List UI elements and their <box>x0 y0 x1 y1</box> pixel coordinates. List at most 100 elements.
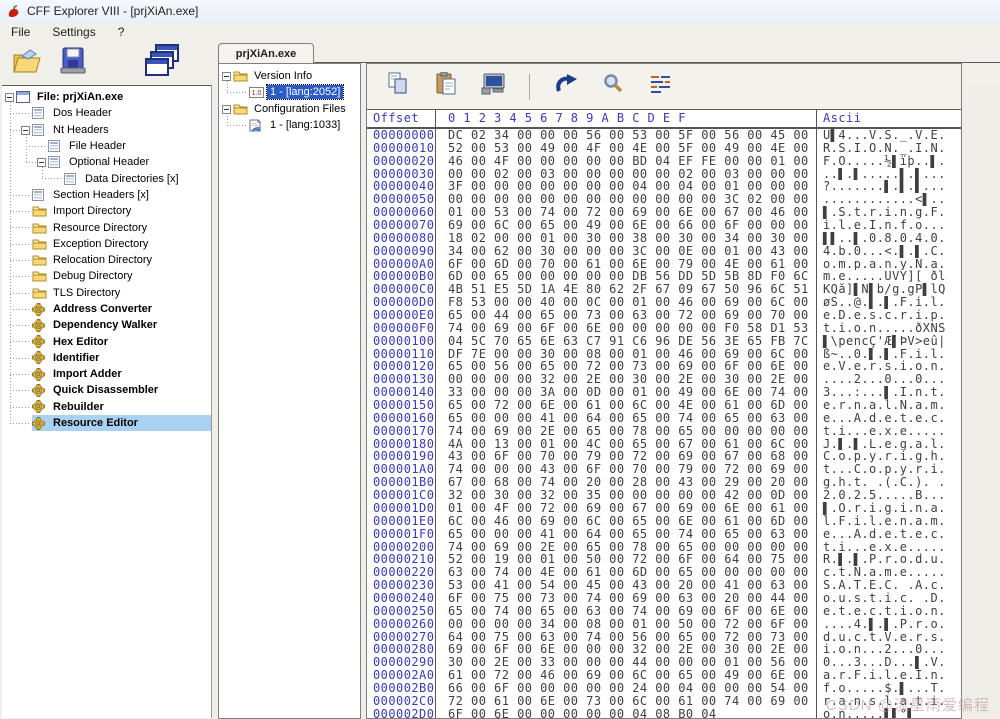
tree-expander-minus[interactable] <box>222 105 231 114</box>
hex-ascii[interactable]: KQå]▌N▌b/g.gP▌lQ <box>817 283 961 296</box>
menu-help[interactable]: ? <box>107 23 136 41</box>
hex-bytes[interactable]: 32 00 30 00 32 00 35 00 00 00 00 00 42 0… <box>436 489 817 502</box>
hex-ascii[interactable]: e.V.e.r.s.i.o.n. <box>817 360 961 373</box>
hex-ascii[interactable]: Ü▌4...V.S._.V.E. <box>817 129 961 142</box>
tree-item-file-header[interactable]: File Header <box>2 138 211 154</box>
tree-item-configuration-files[interactable]: Configuration Files <box>219 101 360 117</box>
hex-ascii[interactable]: c.t.N.a.m.e..... <box>817 566 961 579</box>
hex-ascii[interactable]: F.O.....½▌ïþ..▌. <box>817 155 961 168</box>
open-file-button[interactable] <box>8 45 46 81</box>
hex-bytes[interactable]: 74 00 69 00 2E 00 65 00 78 00 65 00 00 0… <box>436 425 817 438</box>
hex-bytes[interactable]: 4A 00 13 00 01 00 4C 00 65 00 67 00 61 0… <box>436 438 817 451</box>
hex-ascii[interactable]: g.h.t. .(.C.). . <box>817 476 961 489</box>
hex-ascii[interactable]: 4.b.0...<.▌.▌.C. <box>817 245 961 258</box>
hex-bytes[interactable]: 61 00 72 00 46 00 69 00 6C 00 65 00 49 0… <box>436 669 817 682</box>
hex-bytes[interactable]: 18 02 00 00 01 00 30 00 38 00 30 00 34 0… <box>436 232 817 245</box>
hex-ascii[interactable]: o.u.s.t.i.c. .D. <box>817 592 961 605</box>
tree-expander-minus[interactable] <box>21 126 30 135</box>
hex-bytes[interactable]: 69 00 6F 00 6E 00 00 00 32 00 2E 00 30 0… <box>436 643 817 656</box>
tree-item-1-lang-1033[interactable]: 1 - [lang:1033] <box>219 117 360 133</box>
hex-bytes[interactable]: 72 00 61 00 6E 00 73 00 6C 00 61 00 74 0… <box>436 695 817 708</box>
hex-ascii[interactable]: R.▌.▌.P.r.o.d.u. <box>817 553 961 566</box>
hex-bytes[interactable]: F8 53 00 00 40 00 0C 00 01 00 46 00 69 0… <box>436 296 817 309</box>
hex-bytes[interactable]: 65 00 74 00 65 00 63 00 74 00 69 00 6F 0… <box>436 605 817 618</box>
search-button[interactable] <box>600 74 626 100</box>
tree-expander-minus[interactable] <box>5 93 14 102</box>
hex-ascii[interactable]: t.i...e.x.e..... <box>817 541 961 554</box>
copy-button[interactable] <box>385 74 411 100</box>
hex-bytes[interactable]: 01 00 53 00 74 00 72 00 69 00 6E 00 67 0… <box>436 206 817 219</box>
hex-options-button[interactable] <box>648 74 674 100</box>
hex-ascii[interactable]: f.o.....$.▌...T. <box>817 682 961 695</box>
hex-ascii[interactable]: 2.0.2.5.....B... <box>817 489 961 502</box>
tree-item-import-adder[interactable]: Import Adder <box>2 366 211 382</box>
hex-ascii[interactable]: ▌.S.t.r.i.n.g.F. <box>817 206 961 219</box>
tree-item-optional-header[interactable]: Optional Header <box>2 154 211 170</box>
hex-bytes[interactable]: 04 5C 70 65 6E 63 C7 91 C6 96 DE 56 3E 6… <box>436 335 817 348</box>
hex-ascii[interactable]: e...A.d.e.t.e.c. <box>817 528 961 541</box>
hex-bytes[interactable]: 00 00 00 00 34 00 08 00 01 00 50 00 72 0… <box>436 618 817 631</box>
hex-ascii[interactable]: R.S.I.O.N._.I.N. <box>817 142 961 155</box>
tree-expander-minus[interactable] <box>222 72 231 81</box>
hex-bytes[interactable]: 65 00 00 00 41 00 64 00 65 00 74 00 65 0… <box>436 412 817 425</box>
tree-item-debug-directory[interactable]: Debug Directory <box>2 268 211 284</box>
hex-bytes[interactable]: 6F 00 75 00 73 00 74 00 69 00 63 00 20 0… <box>436 592 817 605</box>
hex-bytes[interactable]: 01 00 4F 00 72 00 69 00 67 00 69 00 6E 0… <box>436 502 817 515</box>
hex-ascii[interactable]: ....2...0...0... <box>817 373 961 386</box>
save-file-button[interactable] <box>54 45 92 81</box>
hex-bytes[interactable]: 66 00 6F 00 00 00 00 00 24 00 04 00 00 0… <box>436 682 817 695</box>
tree-item-tls-directory[interactable]: TLS Directory <box>2 285 211 301</box>
menu-file[interactable]: File <box>0 23 41 41</box>
hex-bytes[interactable]: 33 00 00 00 3A 00 0D 00 01 00 49 00 6E 0… <box>436 386 817 399</box>
hex-bytes[interactable]: 00 00 00 00 00 00 00 00 00 00 00 00 3C 0… <box>436 193 817 206</box>
hex-ascii[interactable]: o.m.p.a.n.y.N.a. <box>817 258 961 271</box>
hex-bytes[interactable]: 74 00 69 00 2E 00 65 00 78 00 65 00 00 0… <box>436 541 817 554</box>
hex-bytes[interactable]: 65 00 44 00 65 00 73 00 63 00 72 00 69 0… <box>436 309 817 322</box>
hex-bytes[interactable]: 64 00 75 00 63 00 74 00 56 00 65 00 72 0… <box>436 631 817 644</box>
hex-bytes[interactable]: 74 00 00 00 43 00 6F 00 70 00 79 00 72 0… <box>436 463 817 476</box>
tree-item-1-lang-2052[interactable]: 1.01 - [lang:2052] <box>219 84 360 100</box>
hex-bytes[interactable]: 46 00 4F 00 00 00 00 00 BD 04 EF FE 00 0… <box>436 155 817 168</box>
hex-ascii[interactable]: l.F.i.l.e.n.a.m. <box>817 515 961 528</box>
tree-item-address-converter[interactable]: Address Converter <box>2 301 211 317</box>
hex-ascii[interactable]: i.o.n...2...0... <box>817 643 961 656</box>
hex-ascii[interactable]: t.i...e.x.e..... <box>817 425 961 438</box>
hex-ascii[interactable]: e.t.e.c.t.i.o.n. <box>817 605 961 618</box>
tree-item-resource-directory[interactable]: Resource Directory <box>2 219 211 235</box>
hex-ascii[interactable]: ............<▌.. <box>817 193 961 206</box>
hex-bytes[interactable]: 74 00 69 00 6F 00 6E 00 00 00 00 00 F0 5… <box>436 322 817 335</box>
hex-bytes[interactable]: 30 00 2E 00 33 00 00 00 44 00 00 00 01 0… <box>436 656 817 669</box>
hex-bytes[interactable]: 3F 00 00 00 00 00 00 00 04 00 04 00 01 0… <box>436 180 817 193</box>
hex-ascii[interactable]: S.A.T.E.C. .A.c. <box>817 579 961 592</box>
tree-item-dos-header[interactable]: Dos Header <box>2 105 211 121</box>
tree-item-exception-directory[interactable]: Exception Directory <box>2 236 211 252</box>
hex-ascii[interactable]: C.o.p.y.r.i.g.h. <box>817 450 961 463</box>
tree-item-file-prjxian-exe[interactable]: File: prjXiAn.exe <box>2 89 211 105</box>
hex-ascii[interactable]: J.▌.▌.L.e.g.a.l. <box>817 438 961 451</box>
hex-bytes[interactable]: 4B 51 E5 5D 1A 4E 80 62 2F 67 09 67 50 9… <box>436 283 817 296</box>
hex-bytes[interactable]: 00 00 02 00 03 00 00 00 00 00 02 00 03 0… <box>436 168 817 181</box>
paste-button[interactable] <box>433 74 459 100</box>
hex-bytes[interactable]: 52 00 19 00 01 00 50 00 72 00 6F 00 64 0… <box>436 553 817 566</box>
hex-ascii[interactable]: ....4.▌.▌.P.r.o. <box>817 618 961 631</box>
hex-ascii[interactable]: a.r.F.i.l.e.I.n. <box>817 669 961 682</box>
fill-button[interactable] <box>481 74 507 100</box>
tree-item-resource-editor[interactable]: Resource Editor <box>2 415 211 431</box>
hex-ascii[interactable]: ß~..0.▌.▌.F.i.l. <box>817 348 961 361</box>
hex-ascii[interactable]: 0...3...D...▌.V. <box>817 656 961 669</box>
hex-ascii[interactable]: m.e.....ÛVÝ][ ðl <box>817 270 961 283</box>
hex-ascii[interactable]: d.u.c.t.V.e.r.s. <box>817 631 961 644</box>
hex-ascii[interactable]: i.l.e.I.n.f.o... <box>817 219 961 232</box>
tree-item-data-directories-x[interactable]: Data Directories [x] <box>2 170 211 186</box>
tree-expander-minus[interactable] <box>37 158 46 167</box>
tree-item-nt-headers[interactable]: Nt Headers <box>2 122 211 138</box>
tree-item-dependency-walker[interactable]: Dependency Walker <box>2 317 211 333</box>
menu-settings[interactable]: Settings <box>41 23 106 41</box>
hex-ascii[interactable]: ..▌.▌.....▌.▌... <box>817 168 961 181</box>
hex-ascii[interactable]: ▌▌..▌.0.8.0.4.0. <box>817 232 961 245</box>
tree-item-hex-editor[interactable]: Hex Editor <box>2 333 211 349</box>
hex-bytes[interactable]: 53 00 41 00 54 00 45 00 43 00 20 00 41 0… <box>436 579 817 592</box>
hex-ascii[interactable]: e.r.n.a.l.N.a.m. <box>817 399 961 412</box>
hex-bytes[interactable]: DC 02 34 00 00 00 56 00 53 00 5F 00 56 0… <box>436 129 817 142</box>
hex-bytes[interactable]: 6C 00 46 00 69 00 6C 00 65 00 6E 00 61 0… <box>436 515 817 528</box>
